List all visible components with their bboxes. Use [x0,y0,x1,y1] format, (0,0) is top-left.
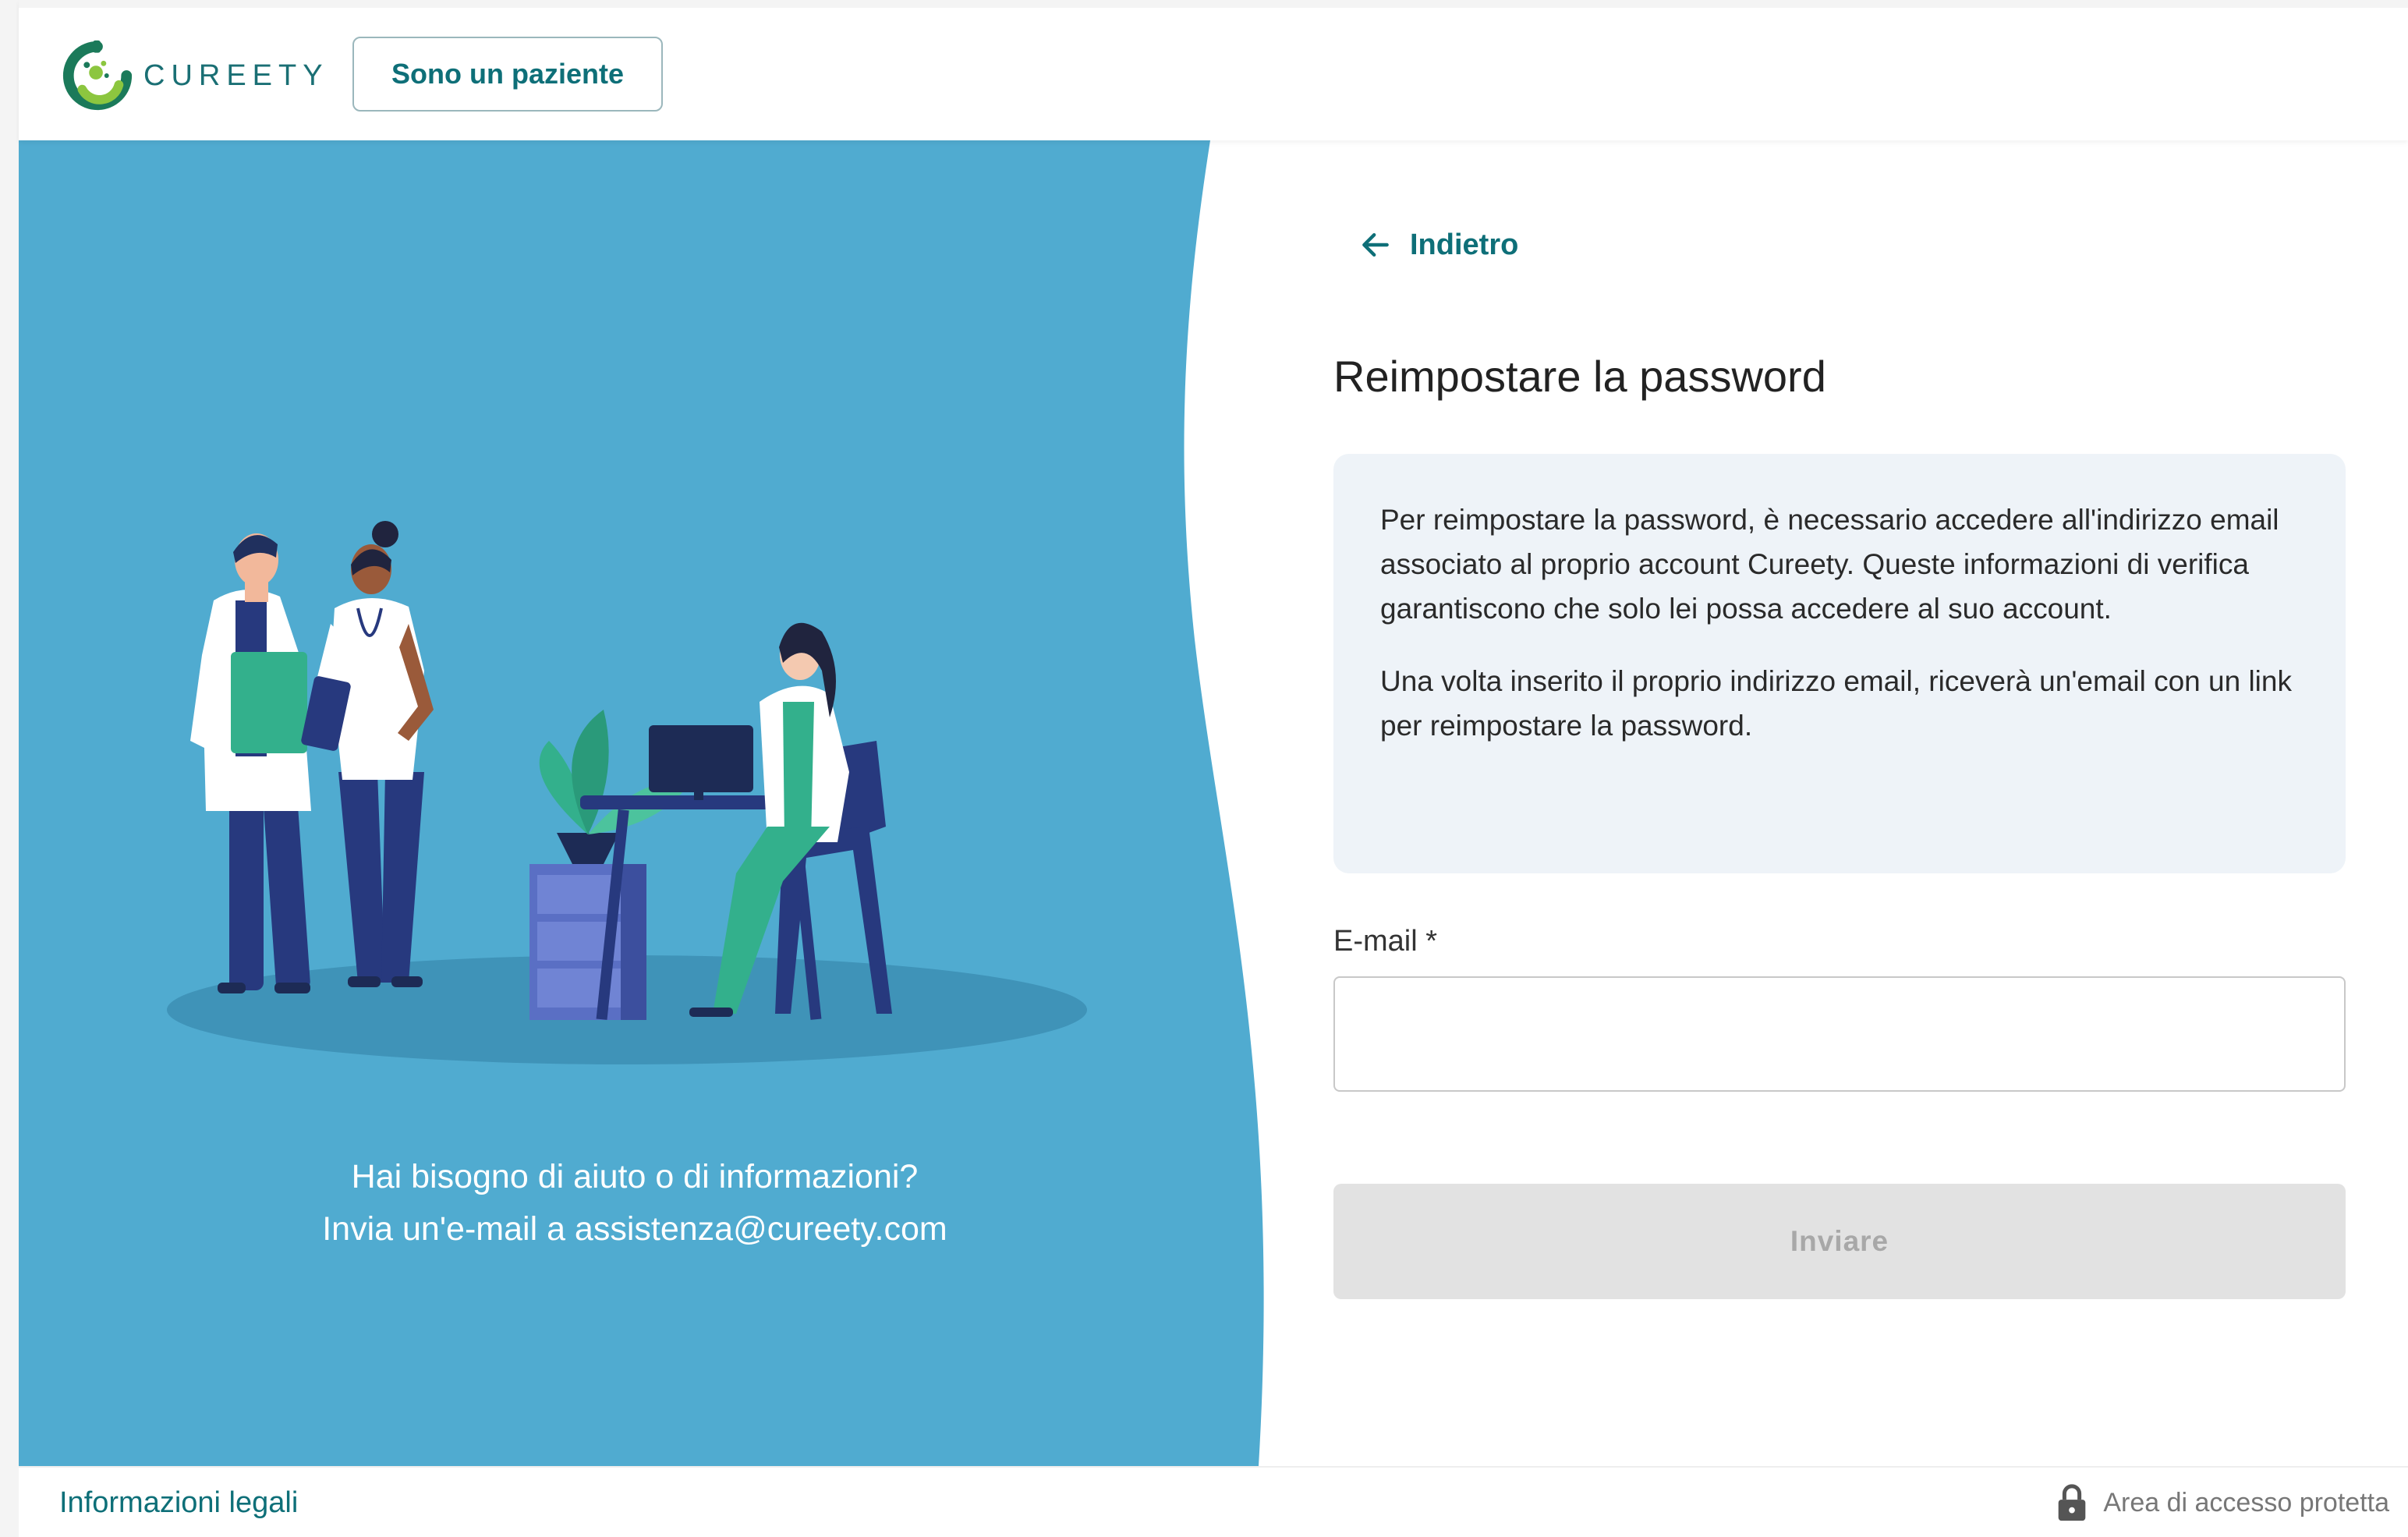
lock-icon [2059,1484,2086,1521]
footer: Informazioni legali Area di accesso prot… [19,1466,2408,1537]
page-title: Reimpostare la password [1333,352,1826,401]
email-input[interactable] [1333,976,2346,1092]
female-nurse-figure [301,521,434,987]
email-label: E-mail * [1333,925,1438,958]
secure-area-indicator: Area di accesso protetta [2056,1483,2389,1522]
legal-info-link[interactable]: Informazioni legali [59,1486,298,1520]
info-paragraph-1: Per reimpostare la password, è necessari… [1380,504,2279,625]
window-edge [0,0,19,1537]
patient-button[interactable]: Sono un paziente [352,37,663,112]
help-email-line[interactable]: Invia un'e-mail a assistenza@cureety.com [19,1210,1251,1248]
reset-password-panel: Indietro Reimpostare la password Per rei… [1326,140,2408,1466]
back-label: Indietro [1410,228,1519,261]
submit-button[interactable]: Inviare [1333,1184,2346,1299]
illustration-panel: Hai bisogno di aiuto o di informazioni? … [19,140,1329,1466]
arrow-left-icon [1362,232,1389,257]
secure-area-label: Area di accesso protetta [2103,1487,2389,1518]
doctors-illustration [167,521,1087,1064]
logo-wordmark: CUREETY [143,58,329,92]
info-paragraph-2: Una volta inserito il proprio indirizzo … [1380,665,2292,742]
cureety-logo-icon [62,40,133,111]
back-link[interactable]: Indietro [1358,228,1518,262]
app-root: CUREETY Sono un paziente Hai bisogno di … [0,0,2408,1537]
info-box: Per reimpostare la password, è necessari… [1333,454,2346,873]
help-question: Hai bisogno di aiuto o di informazioni? [351,1158,919,1195]
top-header: CUREETY Sono un paziente [19,0,2408,140]
male-doctor-figure [190,533,311,993]
cureety-logo[interactable]: CUREETY [59,33,329,119]
